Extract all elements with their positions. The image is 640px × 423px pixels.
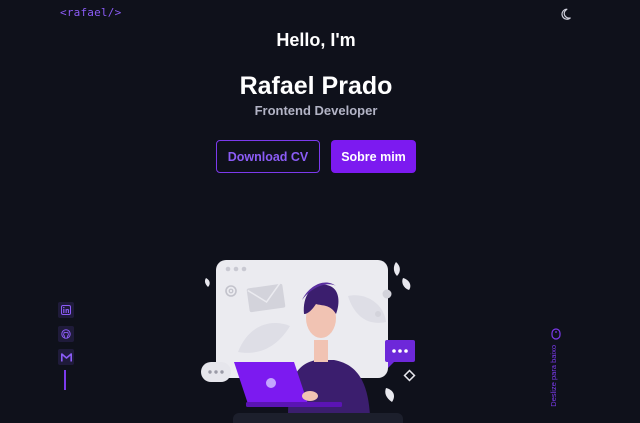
site-logo[interactable]: <rafael/>: [60, 6, 121, 19]
bottom-panel: [233, 413, 403, 423]
github-icon: [61, 329, 71, 339]
theme-toggle-button[interactable]: [561, 7, 575, 21]
download-cv-button[interactable]: Download CV: [216, 140, 320, 173]
social-divider-line: [64, 370, 66, 390]
linkedin-icon: [61, 305, 71, 315]
mouse-icon: [551, 328, 561, 340]
developer-illustration: [201, 260, 416, 416]
hero-role: Frontend Developer: [254, 103, 378, 118]
hero-name: Rafael Prado: [239, 72, 393, 100]
gmail-link[interactable]: [58, 349, 74, 365]
gmail-icon: [60, 352, 72, 361]
linkedin-link[interactable]: [58, 302, 74, 318]
scroll-down-label: Deslize para baixo: [549, 345, 558, 407]
hero-greeting: Hello, I'm: [276, 30, 356, 50]
about-me-button[interactable]: Sobre mim: [331, 140, 416, 173]
github-link[interactable]: [58, 326, 74, 342]
moon-icon: [561, 8, 571, 20]
